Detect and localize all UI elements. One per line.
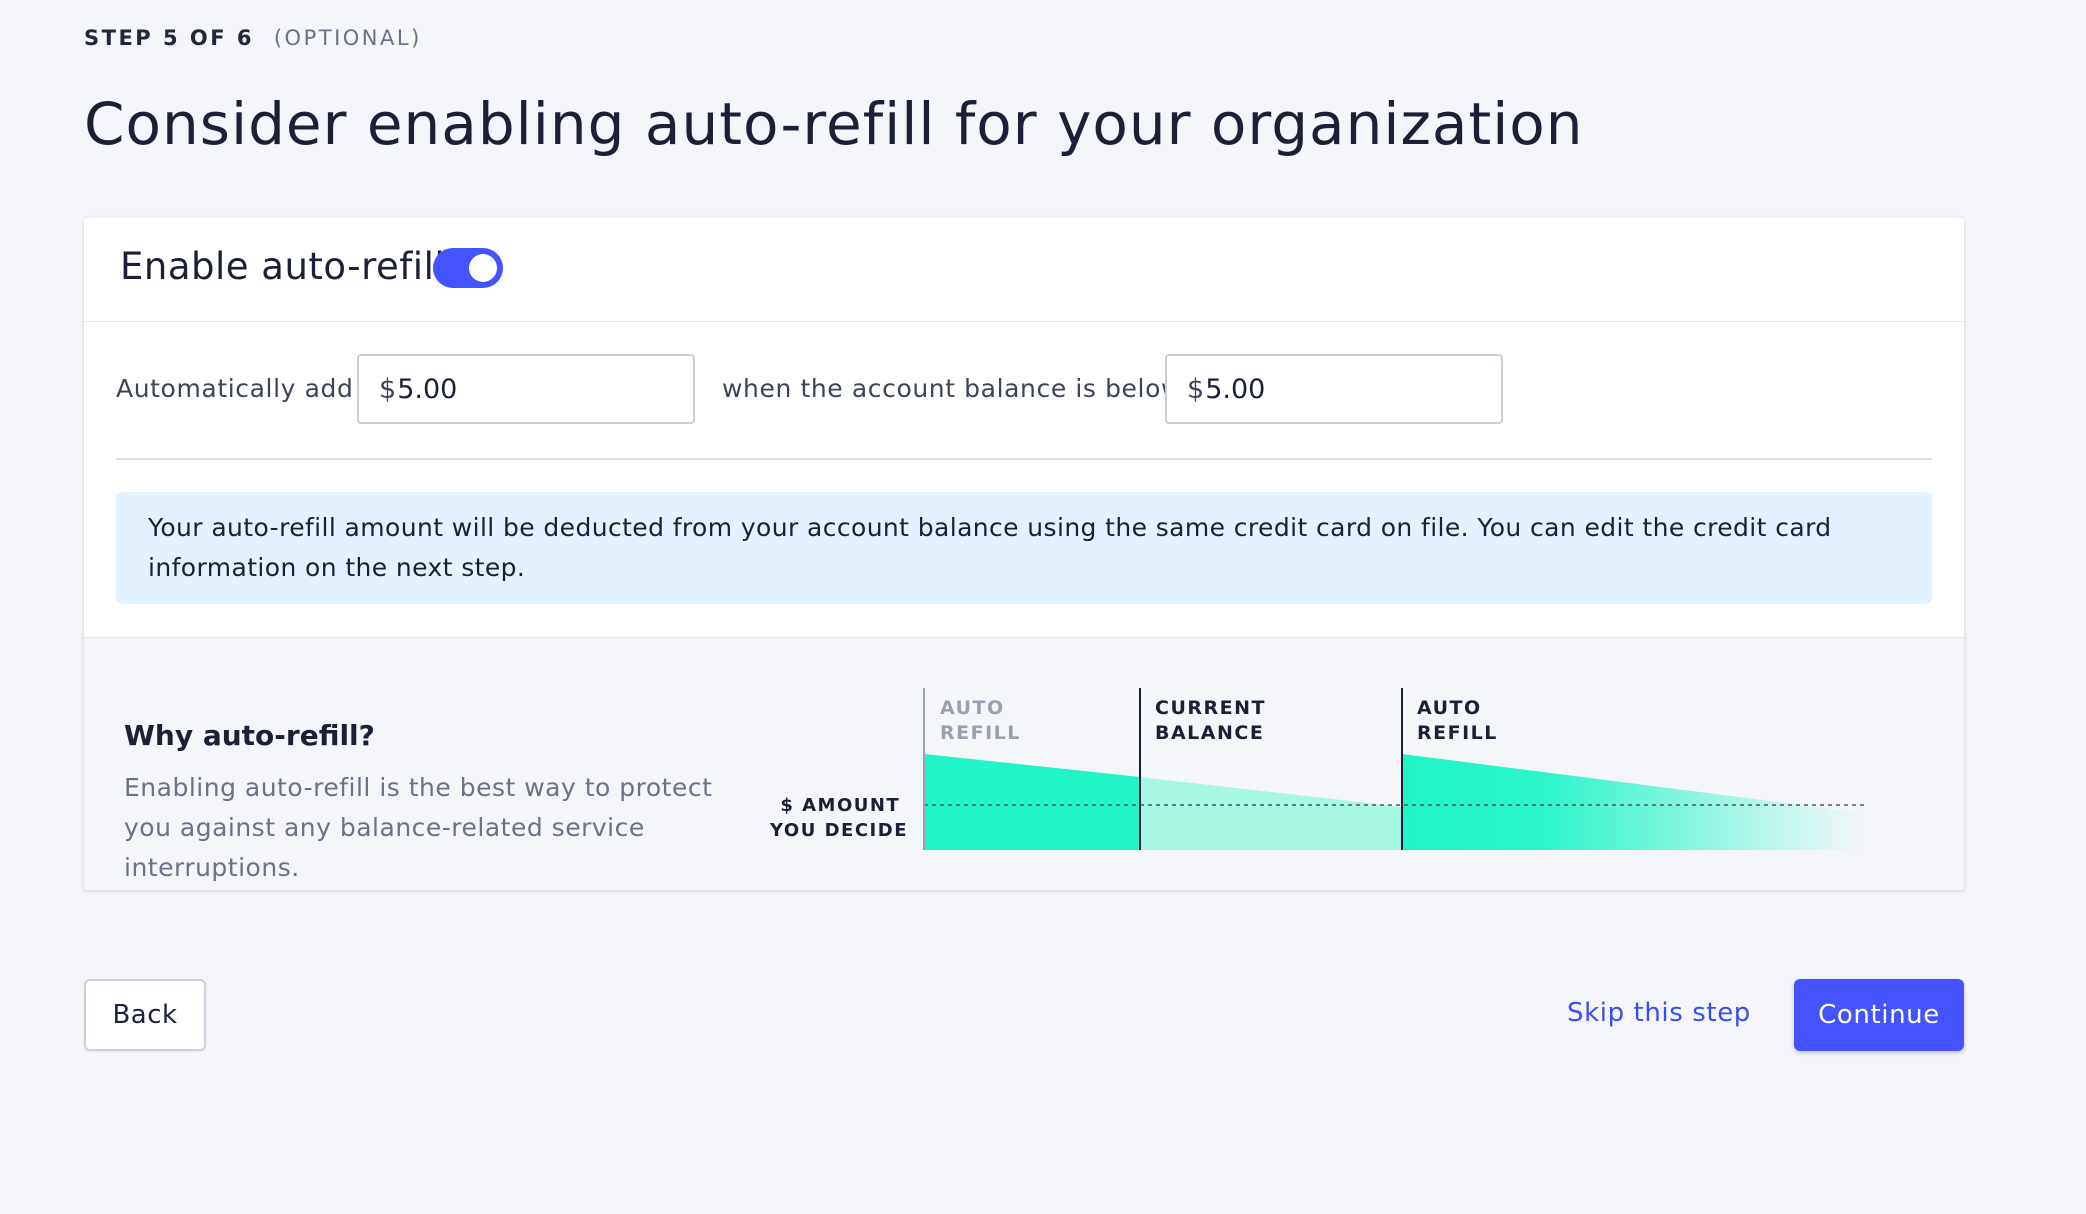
threshold-label-line-2: YOU DECIDE — [769, 820, 908, 841]
step-optional-tag: (OPTIONAL) — [273, 26, 422, 50]
page-title: Consider enabling auto-refill for your o… — [84, 90, 1584, 158]
marker-1-line-2: REFILL — [940, 722, 1021, 744]
svg-text:CURRENT BALANCE: CURRENT BALANCE — [1155, 697, 1274, 744]
balance-fill-strong — [924, 754, 1140, 850]
svg-text:AUTO REFILL: AUTO REFILL — [1417, 697, 1498, 744]
marker-2-line-1: CURRENT — [1155, 697, 1266, 719]
marker-2-line-2: BALANCE — [1155, 722, 1264, 744]
back-button[interactable]: Back — [84, 979, 206, 1051]
marker-1-line-1: AUTO — [940, 697, 1005, 719]
auto-refill-header: Enable auto-refill — [84, 218, 1964, 322]
threshold-amount-field[interactable]: $ — [1165, 354, 1503, 424]
threshold-label-line-1: $ AMOUNT — [780, 795, 900, 816]
enable-auto-refill-label: Enable auto-refill — [120, 245, 446, 288]
balance-fill-fade — [1402, 754, 1864, 850]
marker-3-line-1: AUTO — [1417, 697, 1482, 719]
toggle-knob — [469, 254, 497, 282]
threshold-amount-input[interactable] — [1205, 373, 1466, 405]
refill-amount-input[interactable] — [397, 373, 658, 405]
divider — [116, 458, 1932, 460]
currency-symbol: $ — [1187, 373, 1205, 405]
currency-symbol: $ — [379, 373, 397, 405]
continue-button[interactable]: Continue — [1794, 979, 1964, 1051]
step-indicator: STEP 5 OF 6 (OPTIONAL) — [84, 26, 422, 50]
refill-amount-field[interactable]: $ — [357, 354, 695, 424]
auto-refill-card: Enable auto-refill Automatically add $ w… — [84, 218, 1964, 890]
automatically-add-label: Automatically add — [116, 374, 354, 403]
info-notice: Your auto-refill amount will be deducted… — [116, 492, 1932, 604]
svg-text:AUTO REFILL: AUTO REFILL — [940, 697, 1021, 744]
svg-text:$ AMOUNT YOU DECIDE: $ AMOUNT YOU DECIDE — [769, 795, 908, 841]
auto-refill-toggle[interactable] — [433, 248, 503, 288]
auto-refill-diagram: AUTO REFILL CURRENT BALANCE AUTO REFILL … — [769, 688, 1864, 850]
step-count: STEP 5 OF 6 — [84, 26, 255, 50]
skip-step-link[interactable]: Skip this step — [1567, 998, 1751, 1028]
marker-3-line-2: REFILL — [1417, 722, 1498, 744]
threshold-label: when the account balance is below — [722, 374, 1183, 403]
why-auto-refill-section: Why auto-refill? Enabling auto-refill is… — [84, 637, 1964, 890]
balance-fill-light — [1140, 777, 1402, 850]
